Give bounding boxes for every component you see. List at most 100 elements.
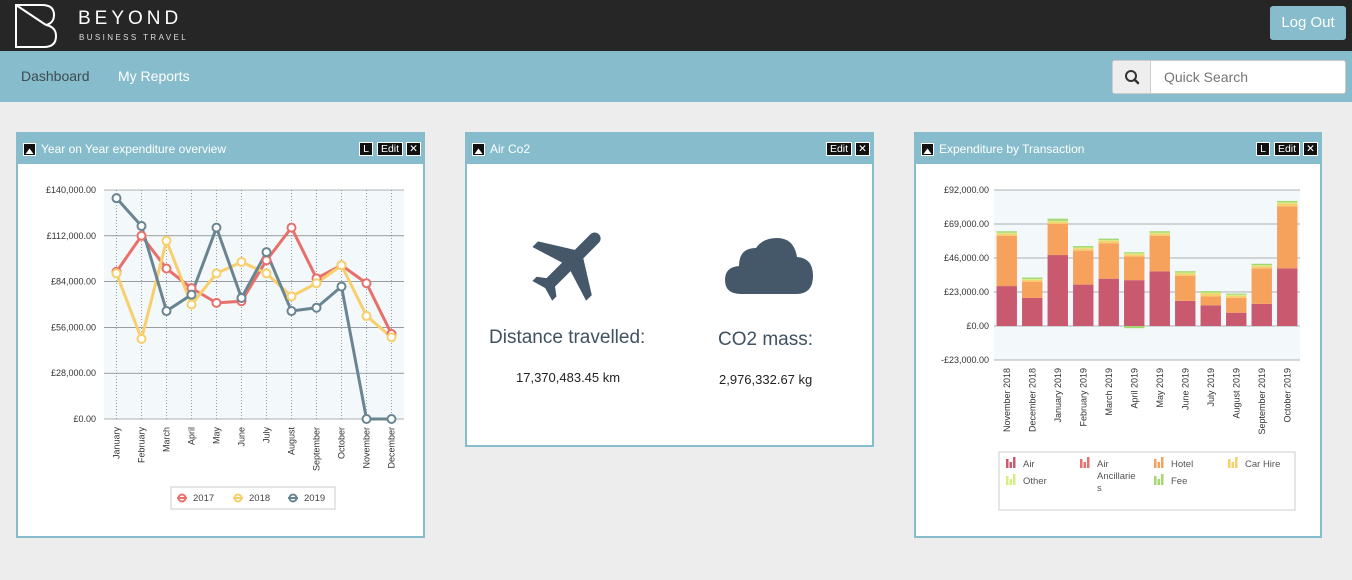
y-tick-label: £140,000.00 (46, 185, 96, 195)
bar-segment-fee (1200, 291, 1221, 293)
bar-segment-hotel (1149, 235, 1170, 272)
collapse-toggle[interactable] (472, 143, 485, 156)
bar-segment-hotel (1200, 296, 1221, 306)
close-icon[interactable]: ✕ (855, 142, 870, 156)
x-tick-label: August 2019 (1231, 368, 1241, 419)
data-point-2019 (311, 302, 322, 313)
bar-segment-other (1226, 294, 1247, 296)
logout-button[interactable]: Log Out (1270, 6, 1346, 40)
y-tick-label: £0.00 (966, 321, 989, 331)
bar-segment-fee (1251, 263, 1272, 266)
y-tick-label: £92,000.00 (944, 185, 989, 195)
y-tick-label: £0.00 (73, 414, 96, 424)
x-tick-label: September 2019 (1257, 368, 1267, 435)
edit-button[interactable]: Edit (1274, 142, 1300, 156)
cloud-icon (725, 238, 813, 294)
distance-label: Distance travelled: (489, 327, 646, 348)
widget-air-co2: Air Co2 Edit ✕ Distance travelled: 17,37… (465, 132, 874, 447)
search-icon (1125, 70, 1140, 85)
search-input[interactable] (1152, 61, 1345, 93)
bar-segment-fee (1022, 277, 1043, 279)
distance-value: 17,370,483.45 km (516, 370, 621, 385)
collapse-toggle[interactable] (921, 143, 934, 156)
data-point-2018 (211, 268, 222, 279)
bar-segment-other (1124, 253, 1145, 255)
legend-icon-bar (1154, 459, 1157, 468)
bar-segment-car-hire (1047, 221, 1068, 224)
data-point-2017 (211, 297, 222, 308)
data-point-2018 (261, 268, 272, 279)
data-point-2019 (336, 281, 347, 292)
bar-segment-fee (1226, 293, 1247, 295)
data-point-2018 (236, 256, 247, 267)
bar-segment-fee (1175, 271, 1196, 273)
close-icon[interactable]: ✕ (406, 142, 421, 156)
data-point-2018 (136, 333, 147, 344)
legend-label: Car Hire (1245, 459, 1280, 470)
widget-header: Expenditure by Transaction L Edit ✕ (916, 134, 1320, 164)
legend-label: Hotel (1171, 459, 1193, 470)
legend-icon-bar (1157, 479, 1160, 485)
l-button[interactable]: L (359, 142, 373, 156)
data-point-2017 (361, 278, 372, 289)
edit-button[interactable]: Edit (826, 142, 852, 156)
data-point-2018 (186, 299, 197, 310)
widget-title: Air Co2 (490, 142, 531, 156)
bar-segment-fee (1124, 252, 1145, 254)
bar-segment-air (1226, 312, 1247, 326)
bar-segment-air (1047, 255, 1068, 326)
data-point-2019 (261, 247, 272, 258)
bar-segment-other (1200, 292, 1221, 294)
bar-segment-hotel (1073, 250, 1094, 285)
close-icon[interactable]: ✕ (1303, 142, 1318, 156)
data-point-2019 (111, 193, 122, 204)
quick-search (1112, 60, 1346, 94)
data-point-2019 (236, 292, 247, 303)
x-tick-label: March 2019 (1104, 368, 1114, 416)
bar-segment-other (996, 232, 1017, 234)
legend-icon-bar (1009, 479, 1012, 485)
x-tick-label: April 2019 (1129, 368, 1139, 409)
bar-segment-car-hire (1277, 203, 1298, 207)
legend-label-cont: Ancillarie (1097, 471, 1136, 482)
widget-title: Year on Year expenditure overview (41, 142, 227, 156)
data-point-2018 (161, 235, 172, 246)
nav-dashboard[interactable]: Dashboard (21, 68, 90, 84)
chart-legend: 2017 2018 2019 (170, 486, 336, 510)
legend-label-cont: s (1097, 483, 1102, 494)
nav-my-reports[interactable]: My Reports (118, 68, 190, 84)
data-point-2018 (361, 310, 372, 321)
y-tick-label: £23,000.00 (944, 287, 989, 297)
bar-segment-other (1047, 220, 1068, 222)
legend-label: Air (1023, 459, 1035, 470)
bar-segment-car-hire (1200, 293, 1221, 297)
bar-segment-other (1175, 272, 1196, 274)
legend-icon-bar (1231, 462, 1234, 468)
edit-button[interactable]: Edit (377, 142, 403, 156)
bar-segment-air (1098, 278, 1119, 326)
logo-b-icon[interactable] (14, 3, 58, 49)
legend-icon-bar (1013, 474, 1016, 485)
legend-icon-bar (1006, 476, 1009, 485)
bar-segment-hotel (1175, 275, 1196, 301)
bar-segment-air (1277, 268, 1298, 326)
l-button[interactable]: L (1256, 142, 1270, 156)
bar-segment-fee (1098, 238, 1119, 241)
data-point-2018 (336, 260, 347, 271)
x-tick-label: June (237, 427, 247, 447)
legend-label: 2019 (304, 493, 325, 504)
collapse-toggle[interactable] (23, 143, 36, 156)
x-tick-label: November 2018 (1002, 368, 1012, 432)
legend-icon-bar (1161, 474, 1164, 485)
search-button[interactable] (1113, 61, 1151, 93)
brand-name: BEYOND (78, 8, 183, 29)
bar-segment-hotel (1226, 297, 1247, 313)
y-tick-label: £28,000.00 (51, 368, 96, 378)
legend-icon-bar (1080, 459, 1083, 468)
widget-header: Year on Year expenditure overview L Edit… (18, 134, 423, 164)
airplane-icon (532, 232, 601, 301)
triangle-up-icon (474, 148, 483, 154)
x-tick-label: April (187, 427, 197, 445)
bar-segment-car-hire (1124, 254, 1145, 257)
x-tick-label: January (112, 427, 122, 460)
